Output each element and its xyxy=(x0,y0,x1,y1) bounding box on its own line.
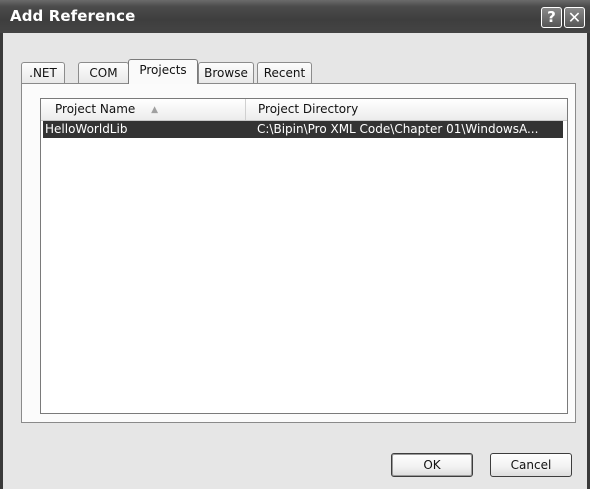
tab-browse[interactable]: Browse xyxy=(198,62,254,83)
tab-com[interactable]: COM xyxy=(78,62,129,83)
column-header-label: Project Directory xyxy=(258,102,359,116)
projects-tab-panel: Project Name ▲ Project Directory HelloWo… xyxy=(21,83,576,423)
column-header-label: Project Name xyxy=(55,102,136,116)
tab-recent[interactable]: Recent xyxy=(257,62,312,83)
ok-button[interactable]: OK xyxy=(391,453,473,477)
close-icon[interactable]: ✕ xyxy=(564,7,585,28)
sort-ascending-icon: ▲ xyxy=(151,105,159,115)
project-list[interactable]: Project Name ▲ Project Directory HelloWo… xyxy=(40,98,568,414)
list-item[interactable]: HelloWorldLib C:\Bipin\Pro XML Code\Chap… xyxy=(43,121,563,138)
tab-net[interactable]: .NET xyxy=(21,62,65,83)
column-header-project-directory[interactable]: Project Directory xyxy=(246,99,566,120)
title-bar[interactable]: Add Reference ? ✕ xyxy=(0,0,590,33)
help-icon[interactable]: ? xyxy=(541,7,562,28)
tab-projects[interactable]: Projects xyxy=(128,59,198,84)
column-header-project-name[interactable]: Project Name ▲ xyxy=(41,99,246,120)
cancel-button[interactable]: Cancel xyxy=(490,453,572,477)
dialog-title: Add Reference xyxy=(10,7,136,25)
add-reference-dialog: Add Reference ? ✕ .NET COM Projects Brow… xyxy=(0,0,590,489)
project-name-cell: HelloWorldLib xyxy=(45,122,128,136)
list-header: Project Name ▲ Project Directory xyxy=(41,99,567,121)
project-directory-cell: C:\Bipin\Pro XML Code\Chapter 01\Windows… xyxy=(257,122,539,136)
